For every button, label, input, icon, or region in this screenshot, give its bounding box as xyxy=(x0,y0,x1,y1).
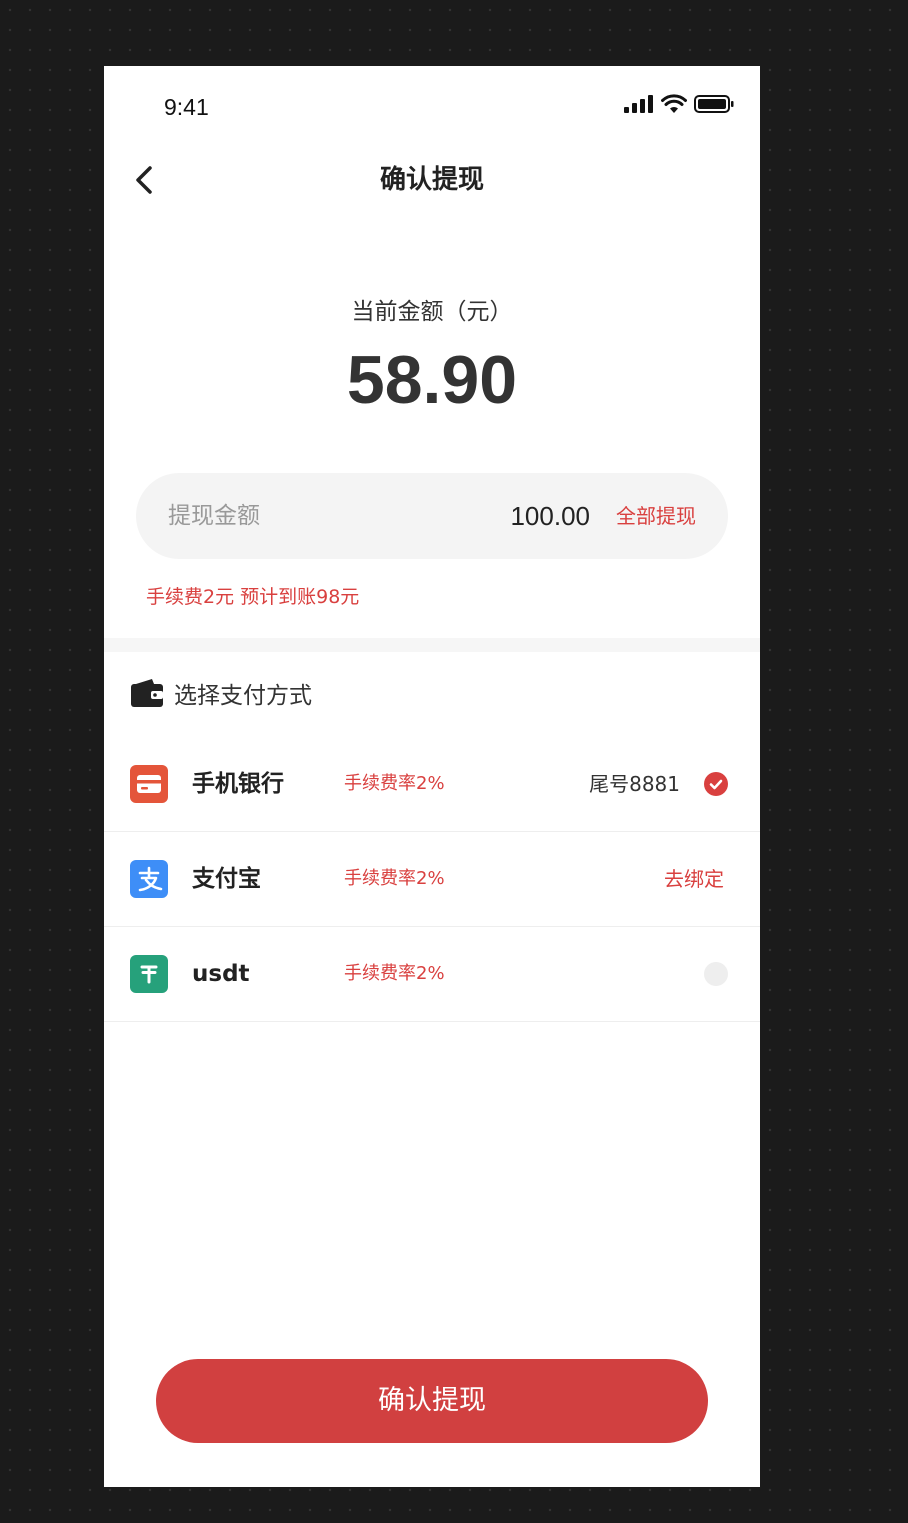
method-fee: 手续费率2% xyxy=(344,963,445,984)
fee-note: 手续费2元 预计到账98元 xyxy=(146,586,360,608)
withdraw-all-button[interactable]: 全部提现 xyxy=(616,473,696,559)
balance-label: 当前金额（元） xyxy=(351,299,513,325)
withdraw-amount-input[interactable] xyxy=(390,473,590,559)
method-name: usdt xyxy=(192,961,250,987)
battery-icon xyxy=(694,95,734,113)
section-divider xyxy=(104,638,760,652)
wallet-icon xyxy=(131,679,163,707)
wifi-icon xyxy=(661,94,687,113)
payment-method-alipay[interactable]: 支付宝 手续费率2% 去绑定 xyxy=(104,832,760,927)
tether-icon xyxy=(130,955,168,993)
bind-account-link[interactable]: 去绑定 xyxy=(664,832,724,926)
selected-check-icon[interactable] xyxy=(704,772,728,796)
page-title: 确认提现 xyxy=(379,165,484,195)
phone-screen: 9:41 确认提现 当前金额（元） 58.90 提现金额 全部提现 手续费2元 … xyxy=(104,66,760,1487)
method-name: 支付宝 xyxy=(192,866,261,892)
method-fee: 手续费率2% xyxy=(344,773,445,794)
status-icons xyxy=(624,94,734,114)
payment-section-title: 选择支付方式 xyxy=(174,683,312,709)
alipay-icon xyxy=(130,860,168,898)
balance-amount: 58.90 xyxy=(346,342,518,418)
bank-card-icon xyxy=(130,765,168,803)
confirm-withdraw-button[interactable]: 确认提现 xyxy=(156,1359,708,1443)
signal-icon xyxy=(624,95,653,113)
status-time: 9:41 xyxy=(164,94,209,120)
withdraw-amount-field: 提现金额 全部提现 xyxy=(136,473,728,559)
withdraw-amount-label: 提现金额 xyxy=(168,503,260,529)
method-fee: 手续费率2% xyxy=(344,868,445,889)
unselected-radio-icon[interactable] xyxy=(704,962,728,986)
payment-section-header: 选择支付方式 xyxy=(130,676,312,710)
payment-method-usdt[interactable]: usdt 手续费率2% xyxy=(104,927,760,1022)
method-name: 手机银行 xyxy=(192,771,284,797)
card-tail-number: 尾号8881 xyxy=(589,772,680,796)
payment-method-bank[interactable]: 手机银行 手续费率2% 尾号8881 xyxy=(104,737,760,832)
